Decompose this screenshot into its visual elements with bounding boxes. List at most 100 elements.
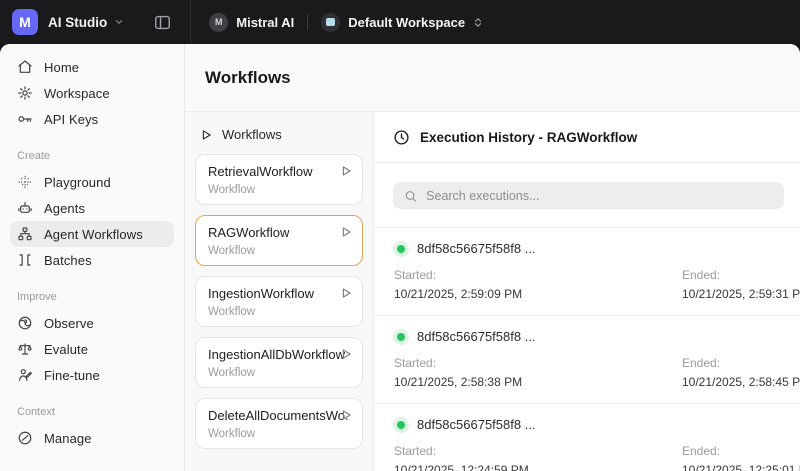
play-icon — [339, 164, 353, 178]
execution-id: 8df58c56675f58f8 ... — [417, 241, 536, 256]
sidebar-item-home[interactable]: Home — [10, 54, 174, 80]
home-icon — [16, 59, 33, 76]
workflow-title: RAGWorkflow — [208, 225, 350, 240]
sidebar-section-create: Create — [17, 150, 174, 162]
sidebar-item-label: Agent Workflows — [44, 227, 143, 242]
logo-letter: M — [19, 14, 31, 30]
play-icon — [339, 347, 353, 361]
sidebar-item-label: Fine-tune — [44, 368, 100, 383]
workflow-subtitle: Workflow — [208, 306, 350, 318]
workflow-card-ingestionworkflow[interactable]: IngestionWorkflow Workflow — [195, 276, 363, 327]
workflow-subtitle: Workflow — [208, 367, 350, 379]
run-workflow-button[interactable] — [339, 225, 353, 239]
sidebar-item-evalute[interactable]: Evalute — [10, 336, 174, 362]
robot-icon — [16, 200, 33, 217]
main-area: Workflows Workflows RetrievalWorkflow Wo… — [185, 44, 800, 471]
sidebar-item-label: Workspace — [44, 86, 110, 101]
workflow-card-retrievalworkflow[interactable]: RetrievalWorkflow Workflow — [195, 154, 363, 205]
sidebar-section-context: Context — [17, 406, 174, 418]
sidebar-item-api-keys[interactable]: API Keys — [10, 106, 174, 132]
sidebar-item-agent-workflows[interactable]: Agent Workflows — [10, 221, 174, 247]
sidebar-item-label: Evalute — [44, 342, 88, 357]
run-workflow-button[interactable] — [339, 347, 353, 361]
ended-value: 10/21/2025, 12:25:01 PM — [682, 463, 800, 471]
org-avatar: M — [209, 13, 228, 32]
manage-icon — [16, 430, 33, 447]
play-icon — [199, 128, 213, 142]
panel-left-icon — [153, 13, 172, 32]
execution-row[interactable]: 8df58c56675f58f8 ... Started: 10/21/2025… — [374, 315, 800, 403]
sidebar-item-label: Observe — [44, 316, 94, 331]
sidebar-item-manage[interactable]: Manage — [10, 425, 174, 451]
workflow-card-ingestionalldbworkflow[interactable]: IngestionAllDbWorkflow Workflow — [195, 337, 363, 388]
fine-tune-icon — [16, 367, 33, 384]
sidebar: Home Workspace API Keys Create Playgroun… — [0, 44, 185, 471]
execution-id: 8df58c56675f58f8 ... — [417, 329, 536, 344]
ended-value: 10/21/2025, 2:59:31 PM — [682, 287, 800, 301]
workflow-title: RetrievalWorkflow — [208, 164, 350, 179]
sidebar-toggle-button[interactable] — [148, 8, 176, 36]
started-column: Started: 10/21/2025, 2:58:38 PM — [394, 356, 682, 389]
started-value: 10/21/2025, 12:24:59 PM — [394, 463, 682, 471]
sidebar-item-label: Playground — [44, 175, 111, 190]
ended-label: Ended: — [682, 356, 800, 370]
app-name: AI Studio — [48, 15, 107, 30]
sidebar-item-observe[interactable]: Observe — [10, 310, 174, 336]
execution-history-title: Execution History - RAGWorkflow — [420, 130, 637, 145]
ended-column: Ended: 10/21/2025, 2:58:45 PM — [682, 356, 800, 389]
workspace-glyph-icon — [326, 18, 335, 26]
started-label: Started: — [394, 268, 682, 282]
mistral-logo[interactable]: M — [12, 9, 38, 35]
started-label: Started: — [394, 356, 682, 370]
workflow-subtitle: Workflow — [208, 184, 350, 196]
execution-row[interactable]: 8df58c56675f58f8 ... Started: 10/21/2025… — [374, 403, 800, 471]
play-icon — [339, 286, 353, 300]
status-success-dot — [397, 333, 405, 341]
sidebar-item-fine-tune[interactable]: Fine-tune — [10, 362, 174, 388]
workflow-title: DeleteAllDocumentsWo... — [208, 408, 350, 423]
run-workflow-button[interactable] — [339, 408, 353, 422]
workflow-card-ragworkflow[interactable]: RAGWorkflow Workflow — [195, 215, 363, 266]
workflows-list-panel: Workflows RetrievalWorkflow Workflow RAG… — [185, 112, 374, 471]
play-icon — [339, 408, 353, 422]
sidebar-item-label: Manage — [44, 431, 92, 446]
sidebar-item-workspace[interactable]: Workspace — [10, 80, 174, 106]
started-value: 10/21/2025, 2:59:09 PM — [394, 287, 682, 301]
breadcrumb-separator — [307, 14, 308, 30]
status-success-dot — [397, 421, 405, 429]
org-name: Mistral AI — [236, 15, 294, 30]
page-title: Workflows — [205, 68, 291, 88]
ended-label: Ended: — [682, 444, 800, 458]
sidebar-item-agents[interactable]: Agents — [10, 195, 174, 221]
scales-icon — [16, 341, 33, 358]
ended-column: Ended: 10/21/2025, 2:59:31 PM — [682, 268, 800, 301]
workflow-card-deletealldocuments[interactable]: DeleteAllDocumentsWo... Workflow — [195, 398, 363, 449]
workflow-subtitle: Workflow — [208, 245, 350, 257]
sidebar-item-label: Home — [44, 60, 79, 75]
started-label: Started: — [394, 444, 682, 458]
ended-value: 10/21/2025, 2:58:45 PM — [682, 375, 800, 389]
status-success-dot — [397, 245, 405, 253]
org-breadcrumb[interactable]: M Mistral AI — [209, 13, 294, 32]
app-switcher-chevron[interactable] — [114, 17, 124, 27]
gear-icon — [16, 85, 33, 102]
execution-list: 8df58c56675f58f8 ... Started: 10/21/2025… — [374, 227, 800, 471]
search-executions-input[interactable] — [426, 189, 773, 203]
run-workflow-button[interactable] — [339, 164, 353, 178]
sidebar-item-label: API Keys — [44, 112, 98, 127]
workspace-selector[interactable]: Default Workspace — [321, 13, 484, 32]
sidebar-item-playground[interactable]: Playground — [10, 169, 174, 195]
started-column: Started: 10/21/2025, 2:59:09 PM — [394, 268, 682, 301]
search-executions-box[interactable] — [393, 182, 784, 209]
run-workflow-button[interactable] — [339, 286, 353, 300]
sidebar-item-batches[interactable]: Batches — [10, 247, 174, 273]
execution-id: 8df58c56675f58f8 ... — [417, 417, 536, 432]
workspace-name: Default Workspace — [348, 15, 465, 30]
chevron-down-icon — [114, 17, 124, 27]
execution-row[interactable]: 8df58c56675f58f8 ... Started: 10/21/2025… — [374, 227, 800, 315]
brackets-icon — [16, 252, 33, 269]
clock-icon — [393, 129, 410, 146]
started-column: Started: 10/21/2025, 12:24:59 PM — [394, 444, 682, 471]
sidebar-item-label: Agents — [44, 201, 85, 216]
workflow-title: IngestionWorkflow — [208, 286, 350, 301]
